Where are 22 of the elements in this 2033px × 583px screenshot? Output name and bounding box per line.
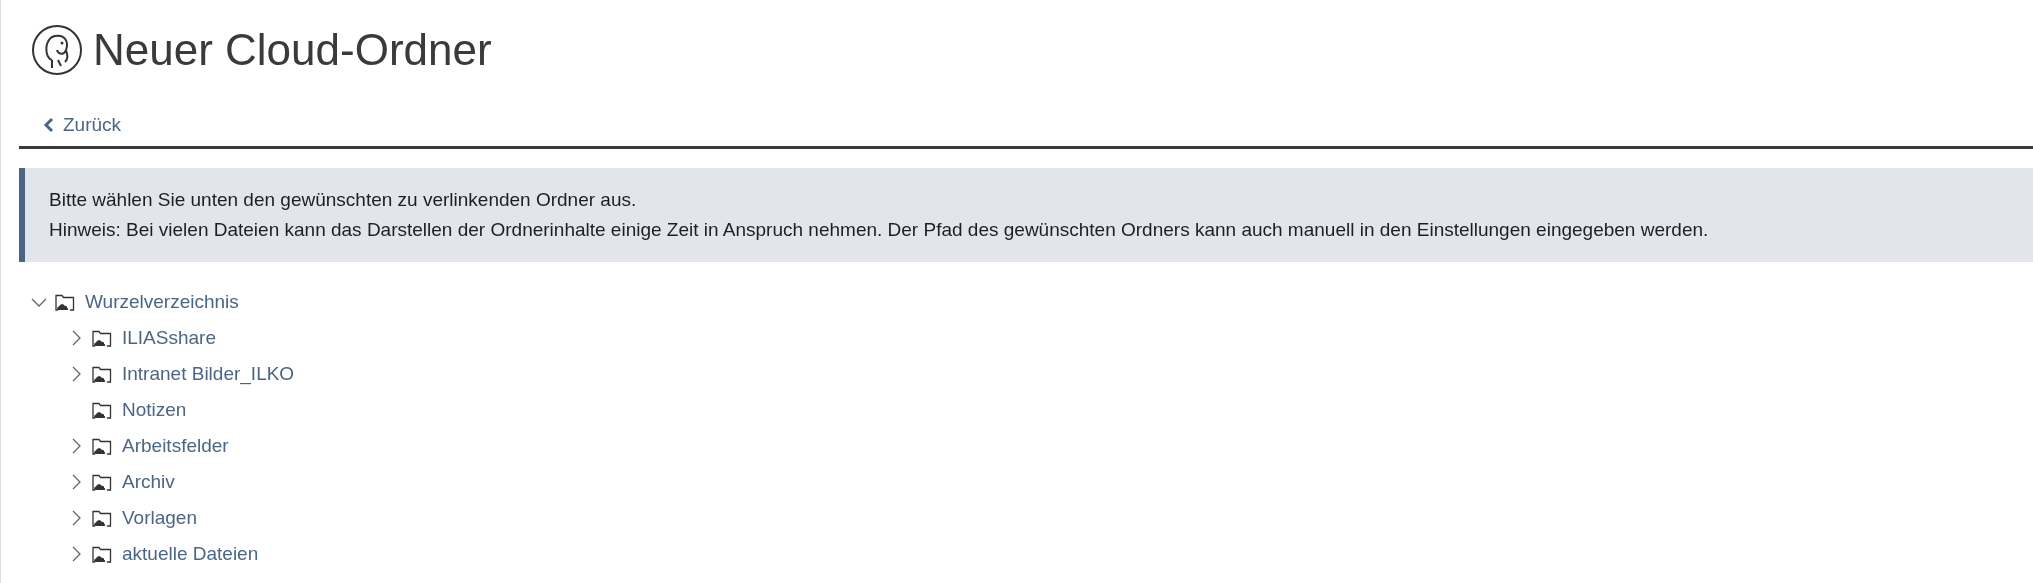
cloud-folder-icon xyxy=(55,293,75,311)
cloud-folder-icon xyxy=(92,545,112,563)
back-link[interactable]: Zurück xyxy=(43,110,122,140)
cloud-folder-icon xyxy=(92,329,112,347)
cloud-folder-icon xyxy=(92,365,112,383)
info-text: Bitte wählen Sie unten den gewünschten zu verlinkenden Ordner aus. xyxy=(49,188,638,212)
folder-link[interactable]: Arbeitsfelder xyxy=(122,431,229,461)
cloud-folder-icon xyxy=(92,437,112,455)
folder-link[interactable]: aktuelle Dateien xyxy=(122,539,259,569)
folder-link[interactable]: Vorlagen xyxy=(122,503,197,533)
cloud-folder-icon xyxy=(92,509,112,527)
page-title: Neuer Cloud-Ordner xyxy=(93,28,492,72)
folder-link[interactable]: ILIASshare xyxy=(122,323,216,353)
chevron-left-icon xyxy=(43,117,55,133)
cloud-folder-icon xyxy=(92,473,112,491)
elephant-icon xyxy=(31,24,83,76)
folder-link[interactable]: Wurzelverzeichnis xyxy=(85,287,239,317)
cloud-folder-icon xyxy=(92,401,112,419)
folder-link[interactable]: Archiv xyxy=(122,467,175,497)
folder-link[interactable]: Notizen xyxy=(122,395,187,425)
folder-link[interactable]: Intranet Bilder_ILKO xyxy=(122,359,295,389)
info-text: Hinweis: Bei vielen Dateien kann das Darstellen der Ordnerinhalte einige Zeit in Anspruch nehmen. Der Pfad des gewünschten Ordners kann auch manuell in den Einstellungen eingegeben werden. xyxy=(49,218,1710,242)
